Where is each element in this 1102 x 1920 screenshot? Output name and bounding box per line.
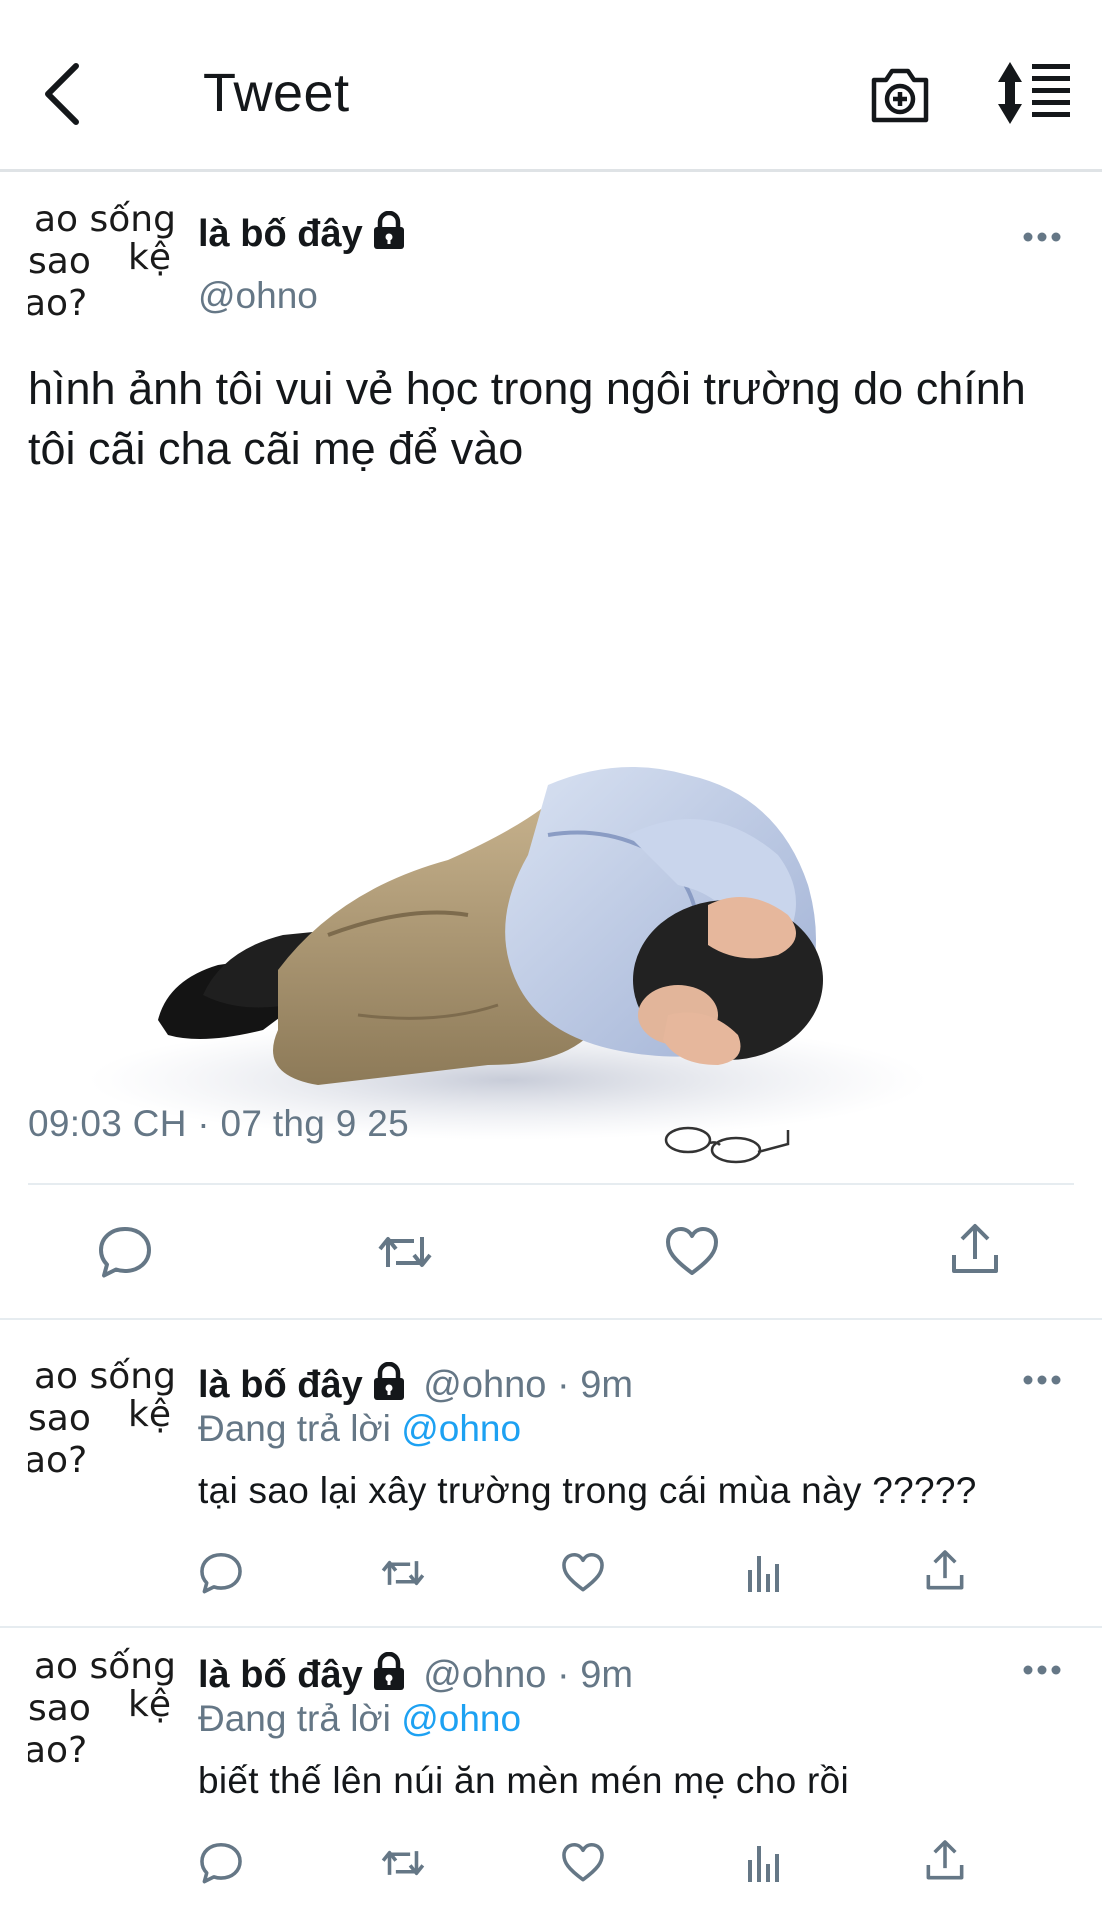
sort-list-icon	[998, 62, 1070, 124]
reply-meta: là bố đây @ohno · 9m	[198, 1362, 633, 1407]
reply-icon	[200, 1552, 242, 1594]
lock-icon	[373, 1652, 404, 1690]
reply-icon	[99, 1227, 151, 1278]
avatar[interactable]: ao sống sao kệ ao?	[28, 1646, 178, 1776]
more-options-button[interactable]	[1020, 1370, 1064, 1390]
main-tweet: ao sống sao kệ ao? là bố đây @ohno hình …	[0, 175, 1102, 1320]
author-handle[interactable]: @ohno	[423, 1364, 546, 1406]
retweet-icon	[381, 1850, 425, 1876]
replying-to: Đang trả lời @ohno	[198, 1408, 521, 1450]
sort-button[interactable]	[996, 60, 1072, 126]
reply-button[interactable]	[198, 1550, 244, 1596]
like-button[interactable]	[560, 1840, 606, 1886]
page-title: Tweet	[203, 63, 350, 123]
reply-time: 9m	[580, 1654, 633, 1696]
share-icon	[926, 1550, 964, 1590]
more-dots-icon	[1023, 1375, 1061, 1385]
reply-button[interactable]	[198, 1840, 244, 1886]
analytics-bars-icon	[748, 1846, 779, 1882]
top-bar: Tweet	[0, 0, 1102, 172]
avatar-text-line: kệ	[128, 237, 171, 278]
avatar-text-line: ao sống	[34, 199, 176, 240]
reply-time: 9m	[580, 1364, 633, 1406]
analytics-bars-icon	[748, 1556, 779, 1592]
avatar-text-line: sao	[28, 241, 91, 282]
replying-label: Đang trả lời	[198, 1408, 391, 1449]
author-handle[interactable]: @ohno	[198, 275, 318, 317]
share-icon	[952, 1224, 998, 1273]
author-name: là bố đây	[198, 213, 363, 255]
replying-to-link[interactable]: @ohno	[401, 1408, 521, 1449]
avatar-text-line: ao?	[28, 1440, 88, 1481]
share-icon	[926, 1840, 964, 1880]
more-options-button[interactable]	[1020, 227, 1064, 247]
reply-text: tại sao lại xây trường trong cái mùa này…	[198, 1470, 977, 1511]
divider	[28, 1183, 1074, 1185]
reply-text: biết thế lên núi ăn mèn mén mẹ cho rồi	[198, 1760, 850, 1801]
tweet-detail-screen: Tweet ao sống sao kệ ao? là bố đây @ohno…	[0, 0, 1102, 1920]
avatar-text-line: sao	[28, 1398, 91, 1439]
avatar-text-line: kệ	[128, 1394, 171, 1435]
back-chevron-icon	[45, 63, 79, 125]
share-button[interactable]	[946, 1221, 1004, 1279]
reply-tweet[interactable]: ao sống sao kệ ao? là bố đây @ohno · 9m …	[0, 1610, 1102, 1900]
avatar-text-line: ao sống	[34, 1356, 176, 1397]
tweet-text: hình ảnh tôi vui vẻ học trong ngôi trườn…	[28, 363, 1026, 474]
analytics-button[interactable]	[742, 1840, 788, 1886]
like-button[interactable]	[663, 1223, 721, 1281]
avatar-text-line: kệ	[128, 1684, 171, 1725]
more-dots-icon	[1023, 232, 1061, 242]
like-icon	[562, 1552, 604, 1592]
share-button[interactable]	[922, 1548, 968, 1594]
retweet-button[interactable]	[376, 1223, 434, 1281]
like-icon	[562, 1842, 604, 1882]
retweet-button[interactable]	[380, 1550, 426, 1596]
replying-to-link[interactable]: @ohno	[401, 1698, 521, 1739]
author-name[interactable]: là bố đây	[198, 1654, 363, 1696]
author-name-row[interactable]: là bố đây	[198, 211, 407, 256]
replying-to: Đang trả lời @ohno	[198, 1698, 521, 1740]
replying-label: Đang trả lời	[198, 1698, 391, 1739]
like-button[interactable]	[560, 1550, 606, 1596]
like-icon	[666, 1227, 718, 1275]
separator-dot: ·	[556, 1654, 570, 1696]
lock-icon	[373, 211, 404, 249]
more-options-button[interactable]	[1020, 1660, 1064, 1680]
retweet-icon	[378, 1237, 432, 1267]
lock-icon	[373, 1362, 404, 1400]
share-button[interactable]	[922, 1838, 968, 1884]
reply-tweet[interactable]: ao sống sao kệ ao? là bố đây @ohno · 9m …	[0, 1320, 1102, 1610]
avatar-text-line: ao sống	[34, 1646, 176, 1687]
reply-meta: là bố đây @ohno · 9m	[198, 1652, 633, 1697]
author-name[interactable]: là bố đây	[198, 1364, 363, 1406]
separator-dot: ·	[556, 1364, 570, 1406]
reply-icon	[200, 1842, 242, 1884]
back-button[interactable]	[36, 58, 92, 130]
camera-button[interactable]	[868, 62, 932, 126]
avatar-text-line: sao	[28, 1688, 91, 1729]
avatar-text-line: ao?	[28, 1730, 88, 1771]
analytics-button[interactable]	[742, 1550, 788, 1596]
avatar-text-line: ao?	[28, 283, 88, 324]
avatar[interactable]: ao sống sao kệ ao?	[28, 199, 178, 329]
author-handle[interactable]: @ohno	[423, 1654, 546, 1696]
retweet-button[interactable]	[380, 1840, 426, 1886]
avatar[interactable]: ao sống sao kệ ao?	[28, 1356, 178, 1486]
retweet-icon	[381, 1560, 425, 1586]
tweet-timestamp: 09:03 CH · 07 thg 9 25	[28, 1103, 409, 1144]
more-dots-icon	[1023, 1665, 1061, 1675]
reply-button[interactable]	[96, 1223, 154, 1281]
camera-plus-icon	[871, 68, 929, 123]
